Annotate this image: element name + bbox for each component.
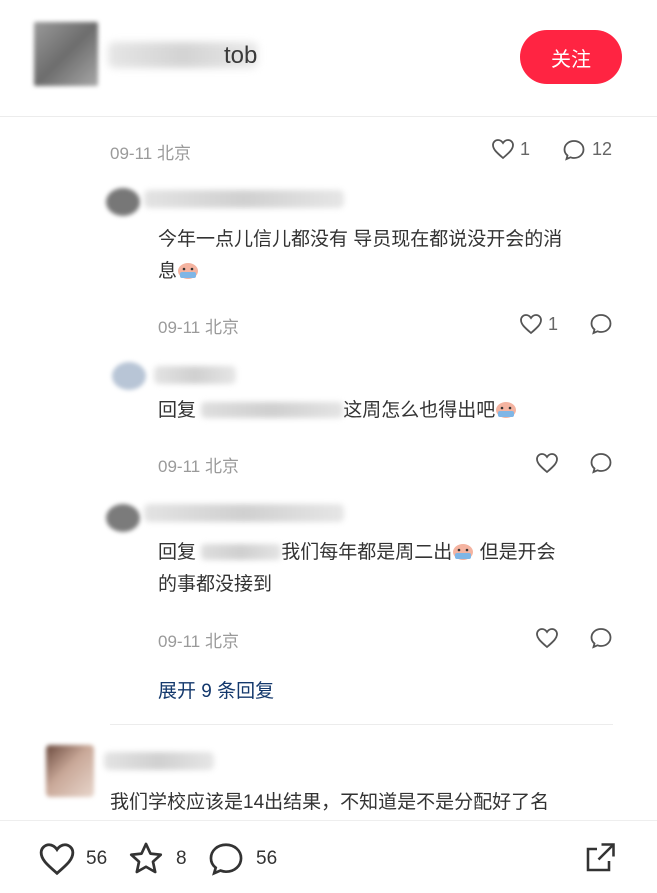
- comment-meta: 09-11 北京: [110, 139, 191, 164]
- reply-avatar[interactable]: [106, 188, 140, 216]
- comment-date: 09-11: [110, 144, 153, 163]
- star-icon[interactable]: [127, 840, 165, 878]
- comment-divider: [110, 724, 613, 725]
- reply-avatar[interactable]: [106, 504, 140, 532]
- reply-like-count: 1: [548, 314, 559, 334]
- comment-bubble-icon[interactable]: [207, 840, 245, 878]
- reply-avatar[interactable]: [112, 362, 146, 390]
- heart-icon[interactable]: [535, 452, 559, 474]
- comment-like-count: 1: [520, 139, 531, 159]
- comment-reply-count: 12: [592, 139, 613, 159]
- crying-emoji-icon: [452, 540, 474, 560]
- crying-emoji-icon: [495, 398, 517, 418]
- reply-text: 回复 我们每年都是周二出 但是开会 的事都没接到: [158, 540, 556, 595]
- reply-meta: 09-11 北京: [158, 632, 239, 651]
- comment-bubble-icon[interactable]: [562, 138, 586, 162]
- heart-icon[interactable]: [519, 313, 543, 335]
- header-divider: [0, 116, 657, 117]
- reply-meta: 09-11 北京: [158, 457, 239, 476]
- like-count: 56: [86, 848, 108, 869]
- star-count: 8: [176, 848, 187, 869]
- comment-count: 56: [256, 848, 278, 869]
- author-avatar[interactable]: [34, 22, 98, 86]
- reply-username-blurred[interactable]: [154, 366, 236, 384]
- heart-icon[interactable]: [535, 627, 559, 649]
- mention-blurred[interactable]: [201, 402, 344, 418]
- reply-username-blurred[interactable]: [144, 190, 344, 208]
- follow-button[interactable]: 关注: [520, 30, 622, 84]
- author-name-tail: tob: [224, 42, 258, 69]
- heart-icon[interactable]: [491, 138, 515, 160]
- expand-replies-link[interactable]: 展开 9 条回复: [158, 676, 274, 703]
- reply-meta: 09-11 北京: [158, 318, 239, 337]
- reply-username-blurred[interactable]: [144, 504, 344, 522]
- commenter-avatar[interactable]: [46, 745, 94, 797]
- like-heart-icon[interactable]: [38, 841, 76, 877]
- comment-text: 我们学校应该是14出结果，不知道是不是分配好了名: [110, 792, 550, 813]
- commenter-username-blurred[interactable]: [104, 752, 214, 770]
- comment-bubble-icon[interactable]: [589, 626, 613, 650]
- comment-bubble-icon[interactable]: [589, 312, 613, 336]
- reply-text: 回复 这周怎么也得出吧: [158, 395, 517, 427]
- comment-bubble-icon[interactable]: [589, 451, 613, 475]
- mention-blurred[interactable]: [201, 544, 282, 560]
- share-icon[interactable]: [582, 840, 618, 876]
- comment-location: 北京: [156, 144, 191, 163]
- crying-emoji-icon: [177, 259, 199, 279]
- reply-text: 今年一点儿信儿都没有 导员现在都说没开会的消 息: [158, 229, 563, 282]
